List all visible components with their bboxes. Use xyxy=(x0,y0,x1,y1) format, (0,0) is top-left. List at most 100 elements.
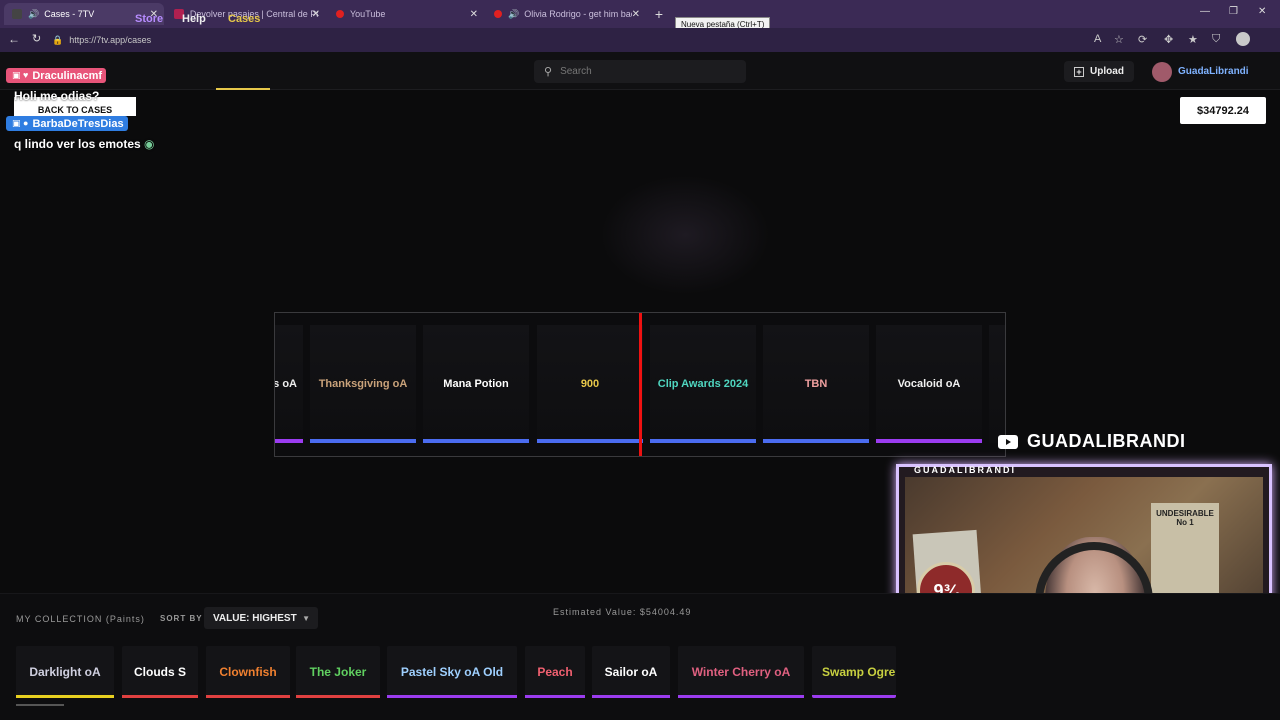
youtube-favicon-icon xyxy=(336,10,344,18)
paint-item[interactable]: Swamp Ogre xyxy=(812,646,896,698)
paint-item[interactable]: Sailor oA xyxy=(592,646,670,698)
back-arrow-icon[interactable]: ← xyxy=(8,32,20,46)
paint-item[interactable]: Pastel Sky oA Old xyxy=(387,646,517,698)
channel-name: GUADALIBRANDI xyxy=(1027,431,1186,451)
user-menu[interactable]: GuadaLibrandi xyxy=(1152,61,1249,82)
tab-title: Cases - 7TV xyxy=(44,9,95,19)
url-field[interactable]: 🔒 https://7tv.app/cases xyxy=(52,31,1092,49)
paint-rarity-bar xyxy=(387,695,517,698)
close-tab-icon[interactable]: ✕ xyxy=(632,9,640,20)
browser-profile-avatar[interactable] xyxy=(1236,32,1250,46)
paint-item[interactable]: Peach xyxy=(525,646,585,698)
close-tab-icon[interactable]: ✕ xyxy=(312,9,320,20)
paint-item[interactable]: Darklight oA xyxy=(16,646,114,698)
spinner-item-label: s oA xyxy=(274,378,297,390)
spinner-item-bar xyxy=(650,439,756,443)
speaker-icon: 🔊 xyxy=(508,8,520,19)
sort-value: VALUE: HIGHEST xyxy=(213,612,297,624)
youtube-icon xyxy=(998,434,1018,449)
emote-icon: ◉ xyxy=(144,137,155,151)
refresh-extension-icon[interactable]: ⟳ xyxy=(1138,33,1147,46)
paint-rarity-bar xyxy=(122,695,198,698)
new-tab-button[interactable]: + xyxy=(650,5,668,23)
tab-youtube[interactable]: YouTube ✕ xyxy=(328,3,484,25)
avatar xyxy=(1152,61,1172,82)
lock-icon: 🔒 xyxy=(52,34,64,45)
spinner-item-bar xyxy=(310,439,416,443)
chat-username-badge: ▣ ● BarbaDeTresDias xyxy=(6,116,128,131)
sub-badge-icon: ▣ ● xyxy=(12,118,29,128)
chat-username: BarbaDeTresDias xyxy=(32,117,124,130)
spinner-item: Clip Awards 2024 xyxy=(650,325,756,443)
paint-rarity-bar xyxy=(525,695,585,698)
nav-cases[interactable]: Cases xyxy=(228,13,260,25)
translate-icon[interactable]: A xyxy=(1094,33,1101,45)
upload-label: Upload xyxy=(1090,66,1124,77)
chat-username-badge: ▣ ♥ Draculinacmf xyxy=(6,68,107,83)
paint-rarity-bar xyxy=(678,695,804,698)
paint-item[interactable]: Winter Cherry oA xyxy=(678,646,804,698)
sort-label: SORT BY xyxy=(160,614,203,623)
minimize-icon[interactable]: — xyxy=(1200,6,1210,17)
7tv-favicon-icon xyxy=(12,9,22,19)
paint-label: Clownfish xyxy=(219,665,277,679)
paint-label: Darklight oA xyxy=(29,665,101,679)
active-nav-indicator xyxy=(216,88,270,90)
case-glow xyxy=(600,175,770,295)
upload-button[interactable]: + Upload xyxy=(1064,61,1134,82)
paint-item[interactable]: Clownfish xyxy=(206,646,290,698)
search-input[interactable]: ⚲ Search xyxy=(534,60,746,83)
spinner-item-bar xyxy=(537,439,643,443)
youtube-favicon-icon xyxy=(494,10,502,18)
sort-select[interactable]: VALUE: HIGHEST ▼ xyxy=(204,607,318,629)
chevron-down-icon: ▼ xyxy=(302,613,310,623)
favorite-star-icon[interactable]: ☆ xyxy=(1114,33,1124,46)
spinner-item-bar xyxy=(275,439,303,443)
paint-label: Clouds S xyxy=(133,665,186,679)
spinner-item-bar xyxy=(423,439,529,443)
favorites-icon[interactable]: ★ xyxy=(1188,33,1198,46)
window-close-icon[interactable]: ✕ xyxy=(1258,6,1266,17)
spinner-item: 900 xyxy=(537,325,643,443)
paint-label: The Joker xyxy=(309,665,367,679)
paint-label: Winter Cherry oA xyxy=(691,665,791,679)
spinner-item-label: Thanksgiving oA xyxy=(318,378,408,390)
paint-rarity-bar xyxy=(592,695,670,698)
reload-icon[interactable]: ↻ xyxy=(32,32,41,45)
paint-rarity-bar xyxy=(812,695,896,698)
spinner-item: Mana Potion xyxy=(423,325,529,443)
collection-scrollbar[interactable] xyxy=(16,704,64,706)
paint-label: Sailor oA xyxy=(604,665,658,679)
maximize-icon[interactable]: ❐ xyxy=(1229,6,1238,17)
tab-title: YouTube xyxy=(350,9,386,19)
paint-item[interactable]: Clouds S xyxy=(122,646,198,698)
spinner-pointer xyxy=(639,313,642,456)
chat-message: q lindo ver los emotes ◉ xyxy=(14,137,155,151)
balance-badge: $34792.24 xyxy=(1180,97,1266,124)
spinner-item-bar xyxy=(876,439,982,443)
url-text: https://7tv.app/cases xyxy=(69,35,152,45)
username: GuadaLibrandi xyxy=(1178,66,1249,77)
paint-label: Swamp Ogre xyxy=(822,665,896,679)
address-bar-row: ← ↻ 🔒 https://7tv.app/cases A ☆ ⟳ ✥ ★ ⛉ xyxy=(0,28,1280,52)
nav-help[interactable]: Help xyxy=(182,13,206,25)
close-tab-icon[interactable]: ✕ xyxy=(470,9,478,20)
spinner-item: Thanksgiving oA xyxy=(310,325,416,443)
chat-message-text: Holi me odias? xyxy=(14,89,100,103)
speaker-icon: 🔊 xyxy=(28,8,40,19)
tab-olivia[interactable]: 🔊 Olivia Rodrigo - get him back ✕ xyxy=(486,3,646,25)
nav-store[interactable]: Store xyxy=(135,13,163,25)
paint-rarity-bar xyxy=(296,695,380,698)
youtube-channel-overlay: GUADALIBRANDI xyxy=(998,431,1186,452)
paint-item[interactable]: The Joker xyxy=(296,646,380,698)
chat-username: Draculinacmf xyxy=(32,69,103,82)
chat-message-text: q lindo ver los emotes xyxy=(14,137,141,151)
shield-icon[interactable]: ⛉ xyxy=(1212,33,1220,46)
spinner-item-label: Clip Awards 2024 xyxy=(657,378,749,390)
search-icon: ⚲ xyxy=(544,66,553,78)
spinner-item: Vocaloid oA xyxy=(876,325,982,443)
spinner-item-label: Vocaloid oA xyxy=(897,378,961,390)
extensions-icon[interactable]: ✥ xyxy=(1164,33,1173,46)
chat-message: Holi me odias? xyxy=(14,89,99,103)
spinner-item: TBN xyxy=(763,325,869,443)
